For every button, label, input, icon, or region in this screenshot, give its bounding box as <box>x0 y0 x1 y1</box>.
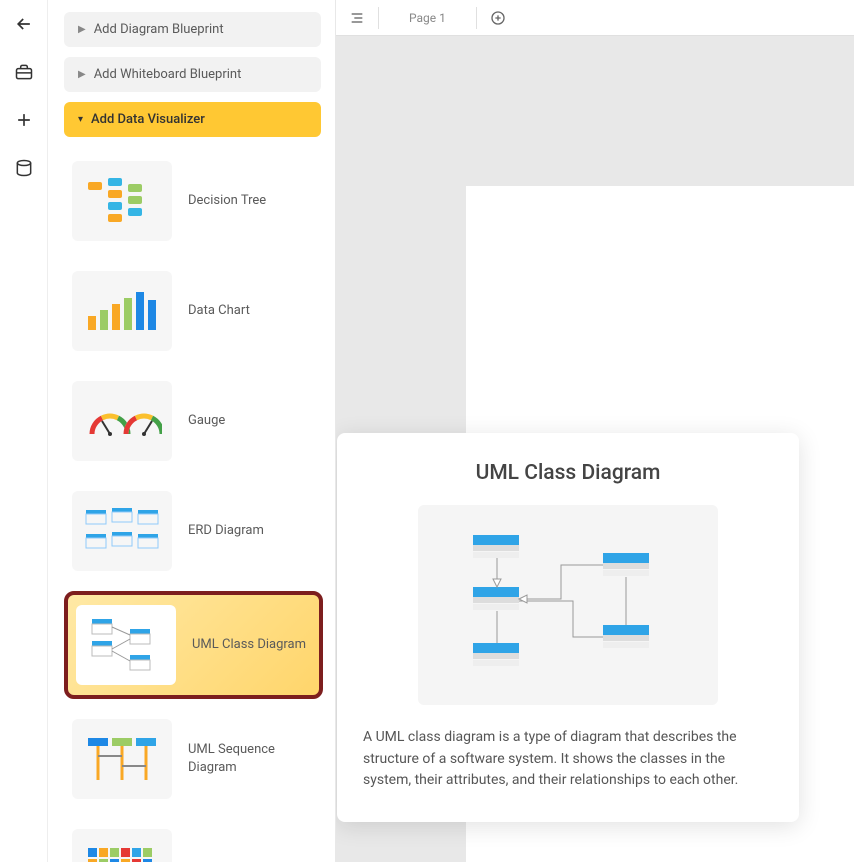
chevron-right-icon: ▶ <box>78 69 86 80</box>
uml-popover: UML Class Diagram <box>337 433 799 822</box>
viz-label: Decision Tree <box>188 192 266 210</box>
viz-data-chart[interactable]: Data Chart <box>66 263 321 359</box>
canvas-area: Page 1 UML Class Diagram <box>336 0 854 862</box>
left-rail <box>0 0 48 862</box>
page-tab[interactable]: Page 1 <box>378 7 477 29</box>
viz-sticky-notes[interactable]: Sticky Notes <box>66 821 321 862</box>
sidebar: ▶ Add Diagram Blueprint ▶ Add Whiteboard… <box>48 0 336 862</box>
viz-erd-diagram[interactable]: ERD Diagram <box>66 483 321 579</box>
viz-label: UML Class Diagram <box>192 636 306 654</box>
canvas-toolbar: Page 1 <box>336 0 854 36</box>
toolbox-icon[interactable] <box>12 60 36 84</box>
outline-icon[interactable] <box>344 5 370 31</box>
uml-class-icon <box>76 605 176 685</box>
canvas-body[interactable]: UML Class Diagram <box>336 36 854 862</box>
gauge-icon <box>72 381 172 461</box>
viz-label: Data Chart <box>188 302 250 320</box>
chevron-down-icon: ▾ <box>78 114 83 125</box>
uml-sequence-icon <box>72 719 172 799</box>
viz-label: ERD Diagram <box>188 522 264 540</box>
erd-icon <box>72 491 172 571</box>
accordion-label: Add Diagram Blueprint <box>94 22 224 37</box>
add-icon[interactable] <box>12 108 36 132</box>
add-page-icon[interactable] <box>485 5 511 31</box>
viz-uml-sequence-diagram[interactable]: UML Sequence Diagram <box>66 711 321 807</box>
viz-label: UML Sequence Diagram <box>188 741 315 777</box>
chevron-right-icon: ▶ <box>78 24 86 35</box>
sticky-notes-icon <box>72 829 172 862</box>
bar-chart-icon <box>72 271 172 351</box>
viz-decision-tree[interactable]: Decision Tree <box>66 153 321 249</box>
accordion-label: Add Data Visualizer <box>91 112 205 127</box>
back-icon[interactable] <box>12 12 36 36</box>
accordion-data-visualizer[interactable]: ▾ Add Data Visualizer <box>64 102 321 137</box>
viz-label: Gauge <box>188 412 225 430</box>
visualizer-list: Decision Tree Data Chart <box>64 153 321 862</box>
viz-gauge[interactable]: Gauge <box>66 373 321 469</box>
popover-description: A UML class diagram is a type of diagram… <box>363 727 773 792</box>
accordion-label: Add Whiteboard Blueprint <box>94 67 242 82</box>
accordion-whiteboard-blueprint[interactable]: ▶ Add Whiteboard Blueprint <box>64 57 321 92</box>
page-label: Page 1 <box>409 11 446 25</box>
viz-uml-class-diagram[interactable]: UML Class Diagram <box>66 593 321 697</box>
accordion-diagram-blueprint[interactable]: ▶ Add Diagram Blueprint <box>64 12 321 47</box>
popover-title: UML Class Diagram <box>363 461 773 485</box>
uml-preview-icon <box>418 505 718 705</box>
database-icon[interactable] <box>12 156 36 180</box>
decision-tree-icon <box>72 161 172 241</box>
